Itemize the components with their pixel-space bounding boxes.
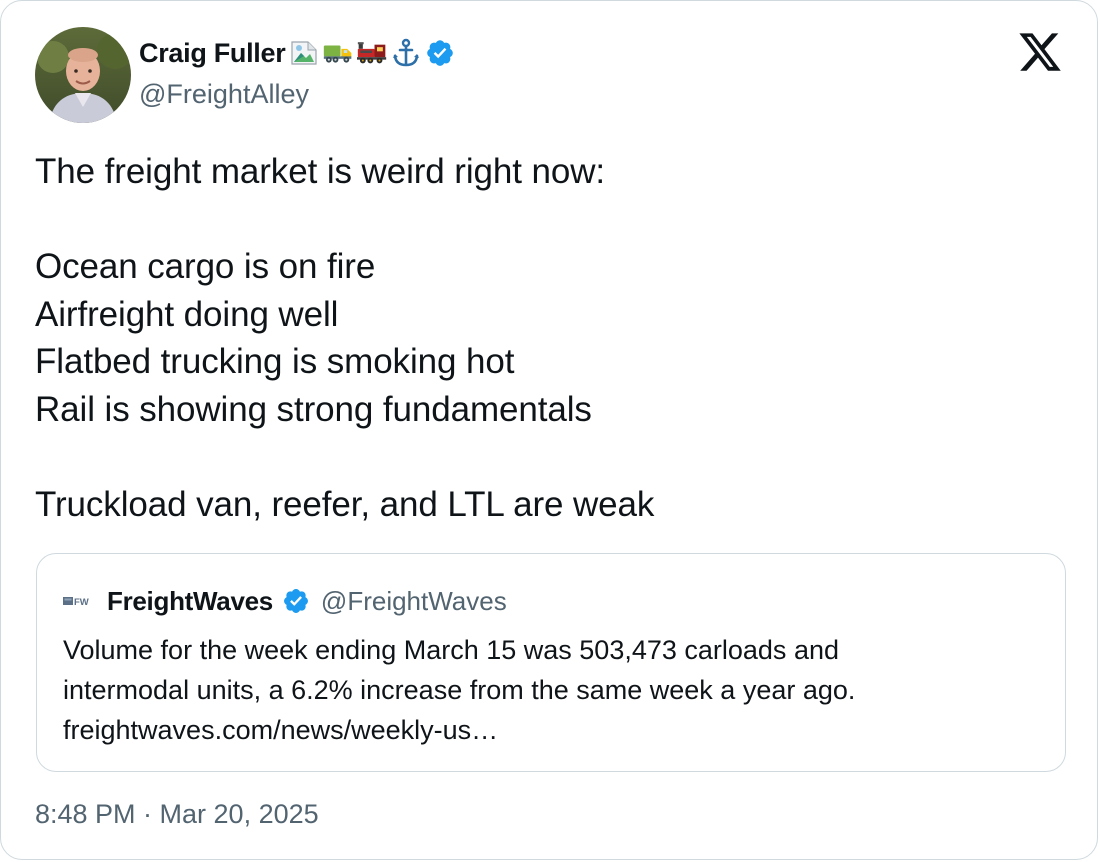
quoted-tweet[interactable]: FW FreightWaves @FreightWaves Volume for… xyxy=(36,553,1066,772)
quoted-tweet-header: FW FreightWaves @FreightWaves xyxy=(63,584,507,618)
tweet-line: Rail is showing strong fundamentals xyxy=(35,389,592,429)
tweet-text: The freight market is weird right now: O… xyxy=(35,148,1055,528)
quoted-tweet-text: Volume for the week ending March 15 was … xyxy=(63,630,1043,750)
author-display-name[interactable]: Craig Fuller xyxy=(139,38,286,69)
verified-badge-icon xyxy=(425,38,455,68)
tweet-line: The freight market is weird right now: xyxy=(35,152,606,191)
author-handle[interactable]: @FreightAlley xyxy=(139,79,309,110)
truck-icon xyxy=(323,38,353,68)
timestamp[interactable]: 8:48 PM · Mar 20, 2025 xyxy=(35,799,319,830)
freightwaves-logo-icon: FW xyxy=(63,594,99,608)
quoted-text-line: intermodal units, a 6.2% increase from t… xyxy=(63,675,856,705)
tweet-line: Truckload van, reefer, and LTL are weak xyxy=(35,484,655,524)
quoted-logo-text: FW xyxy=(74,597,89,608)
tweet-line: Airfreight doing well xyxy=(35,294,339,334)
quoted-handle[interactable]: @FreightWaves xyxy=(321,586,507,617)
broken-image-icon xyxy=(289,38,319,68)
verified-badge-icon xyxy=(281,586,311,616)
quoted-display-name[interactable]: FreightWaves xyxy=(107,586,273,617)
avatar-photo xyxy=(35,27,131,123)
quoted-link[interactable]: freightwaves.com/news/weekly-us… xyxy=(63,710,1043,750)
avatar[interactable] xyxy=(35,27,131,123)
tweet-line: Flatbed trucking is smoking hot xyxy=(35,342,515,381)
tweet-card: Craig Fuller @FreightAlley The freight m… xyxy=(0,0,1098,860)
tweet-line xyxy=(35,433,1055,481)
locomotive-icon xyxy=(357,38,387,68)
tweet-line xyxy=(35,196,1055,244)
tweet-line: Ocean cargo is on fire xyxy=(35,247,376,286)
quoted-text-line: Volume for the week ending March 15 was … xyxy=(63,635,839,665)
anchor-icon xyxy=(391,38,421,68)
author-name-row: Craig Fuller xyxy=(139,33,455,73)
x-logo-icon[interactable] xyxy=(1017,29,1063,75)
